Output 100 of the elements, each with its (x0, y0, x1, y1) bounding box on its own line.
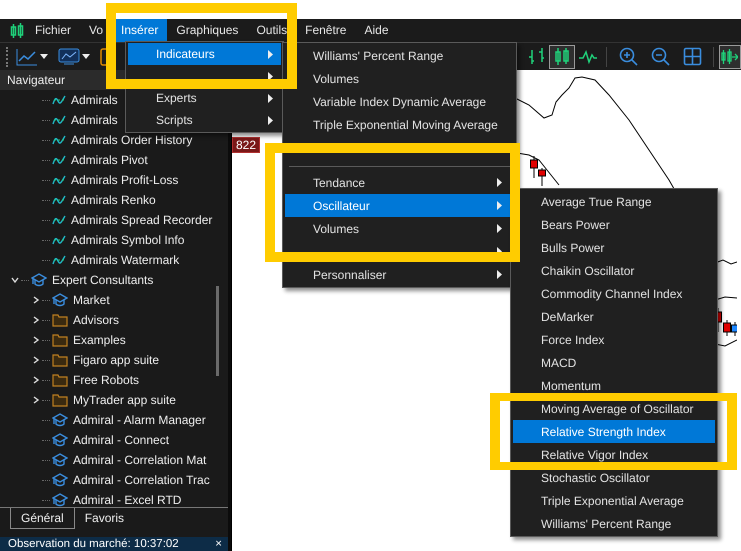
menu-item[interactable]: Tendance (313, 176, 366, 190)
menu-item[interactable]: Williams' Percent Range (541, 516, 672, 530)
menu-item[interactable]: Relative Vigor Index (541, 448, 648, 462)
menu-item[interactable]: Triple Exponential Moving Average (313, 118, 498, 132)
menu-item[interactable]: Graphiques (167, 19, 248, 42)
graduation-cap-icon (52, 413, 68, 427)
folder-icon (52, 353, 68, 367)
tree-item[interactable]: Free Robots (0, 370, 228, 390)
wave-icon (52, 134, 66, 146)
tree-item[interactable]: Admiral - Connect (0, 430, 228, 450)
menu-item[interactable]: Williams' Percent Range (313, 48, 444, 62)
tree-item[interactable]: Advisors (0, 310, 228, 330)
tree-item[interactable]: Expert Consultants (0, 270, 228, 290)
chart-shift-icon[interactable] (720, 48, 738, 64)
menu-item[interactable]: Volumes (313, 72, 360, 86)
submenu-arrow-icon (268, 116, 273, 124)
folder-icon (52, 333, 68, 347)
price-label: 822 (232, 137, 260, 153)
menu-item[interactable]: Relative Strength Index (513, 420, 715, 443)
status-text: Observation du marché: 10:37:02 (8, 538, 179, 550)
submenu-arrow-icon (497, 201, 502, 210)
graduation-cap-icon (52, 493, 68, 507)
close-button[interactable]: × (215, 538, 222, 550)
chart-window-icon[interactable] (58, 48, 80, 66)
graduation-cap-icon (31, 273, 47, 287)
submenu-arrow-icon (497, 224, 502, 233)
tree-item[interactable]: Examples (0, 330, 228, 350)
chevron-icon[interactable] (32, 316, 40, 324)
submenu-arrow-icon (268, 72, 273, 80)
menu-item[interactable]: Triple Exponential Average (541, 494, 684, 508)
menu-item[interactable]: Oscillateur (285, 194, 510, 217)
chevron-icon[interactable] (32, 396, 40, 404)
tree-item[interactable]: Admiral - Correlation Trac (0, 470, 228, 490)
grid-icon[interactable] (682, 47, 702, 66)
menu-item[interactable]: Volumes (313, 222, 360, 236)
scrollbar-thumb[interactable] (216, 286, 219, 376)
menu-item[interactable]: Aide (355, 19, 398, 42)
menu-item[interactable]: Moving Average of Oscillator (541, 402, 694, 416)
app-logo-icon (10, 22, 24, 38)
zoom-out-icon[interactable] (650, 47, 670, 66)
wave-icon (52, 154, 66, 166)
tree-item[interactable]: Market (0, 290, 228, 310)
chevron-icon[interactable] (32, 376, 40, 384)
chart-shift-button[interactable] (719, 44, 741, 68)
graduation-cap-icon (52, 433, 68, 447)
tree-item[interactable]: Admirals Profit-Loss (0, 170, 228, 190)
submenu-arrow-icon (268, 50, 273, 58)
tree-item[interactable]: Admiral - Alarm Manager (0, 410, 228, 430)
tree-item[interactable]: Admiral - Correlation Mat (0, 450, 228, 470)
wave-icon (52, 114, 66, 126)
panel-tab[interactable]: Favoris (74, 508, 134, 528)
zoom-in-icon[interactable] (618, 47, 638, 66)
menu-item[interactable]: Experts (156, 91, 197, 105)
menu-item[interactable]: MACD (541, 356, 576, 370)
graduation-cap-icon (52, 293, 68, 307)
wave-icon (52, 194, 66, 206)
tree-item[interactable]: Admirals Symbol Info (0, 230, 228, 250)
wave-icon (52, 214, 66, 226)
folder-icon (52, 373, 68, 387)
tree-item[interactable]: Admirals Order History (0, 130, 228, 150)
tree-item[interactable]: Admirals Pivot (0, 150, 228, 170)
graduation-cap-icon (52, 453, 68, 467)
caret-icon[interactable] (40, 54, 48, 59)
menu-item[interactable]: Commodity Channel Index (541, 286, 682, 300)
chevron-icon[interactable] (32, 356, 40, 364)
menu-item[interactable]: Scripts (156, 113, 193, 127)
menu-item[interactable]: Chaikin Oscillator (541, 264, 634, 278)
tree-item[interactable]: Admirals Watermark (0, 250, 228, 270)
tree-item[interactable]: Admirals Spread Recorder (0, 210, 228, 230)
tree-item[interactable]: Admiral - Excel RTD (0, 490, 228, 507)
line-chart-icon[interactable] (16, 48, 38, 66)
menu-item[interactable]: Indicateurs (128, 43, 281, 65)
menu-item[interactable]: Force Index (541, 332, 604, 346)
tree-item[interactable]: Figaro app suite (0, 350, 228, 370)
submenu-arrow-icon (497, 270, 502, 279)
submenu-arrow-icon (497, 178, 502, 187)
menu-item[interactable]: Bulls Power (541, 240, 604, 254)
menu-item[interactable]: Vo (80, 19, 112, 42)
chevron-icon[interactable] (32, 296, 40, 304)
wave-icon (52, 254, 66, 266)
caret-icon[interactable] (82, 54, 90, 59)
menu-item[interactable]: Stochastic Oscillator (541, 470, 650, 484)
menu-item[interactable]: DeMarker (541, 310, 594, 324)
menu-item[interactable]: Average True Range (541, 194, 652, 208)
menu-item[interactable]: Variable Index Dynamic Average (313, 94, 486, 108)
tree-item[interactable]: Admirals Renko (0, 190, 228, 210)
folder-icon (52, 393, 68, 407)
submenu-arrow-icon (268, 94, 273, 102)
menu-item[interactable]: Fenêtre (296, 19, 356, 42)
wave-icon (52, 174, 66, 186)
menu-item[interactable]: Personnaliser (313, 268, 386, 282)
folder-icon (52, 313, 68, 327)
chevron-icon[interactable] (32, 336, 40, 344)
menu-item[interactable]: Fichier (26, 19, 80, 42)
chevron-icon[interactable] (11, 276, 19, 284)
menu-item[interactable]: Momentum (541, 378, 602, 392)
tree-item[interactable]: MyTrader app suite (0, 390, 228, 410)
wave-icon (52, 234, 66, 246)
panel-tab[interactable]: Général (10, 508, 75, 529)
menu-item[interactable]: Bears Power (541, 218, 610, 232)
